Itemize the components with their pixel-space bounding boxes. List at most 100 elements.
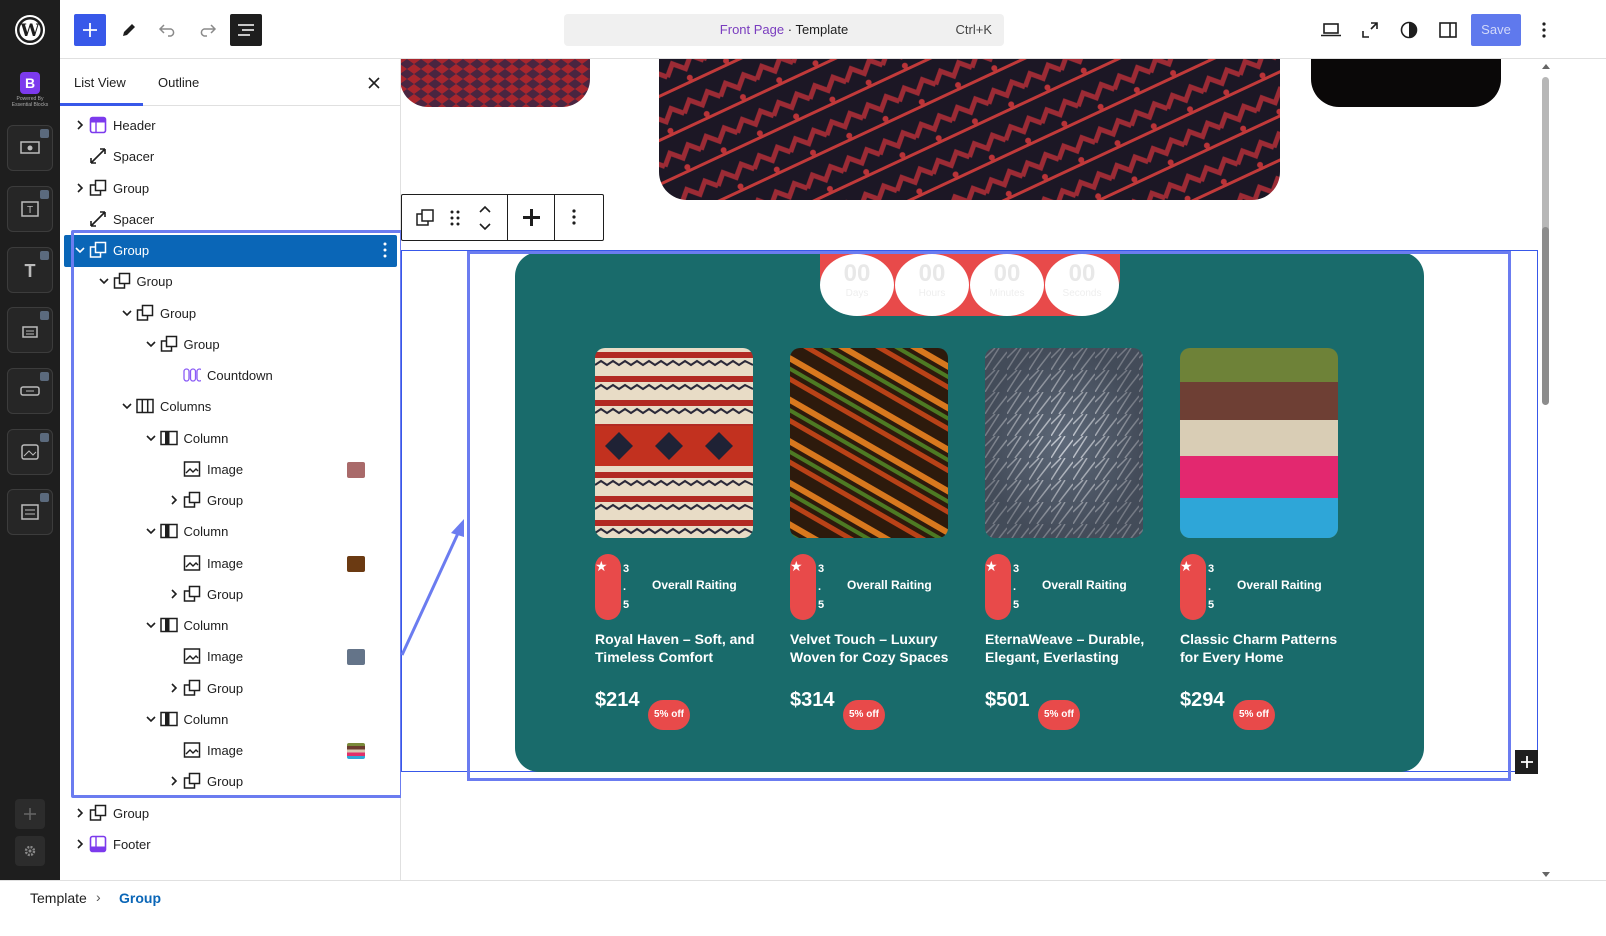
list-view-row-group[interactable]: Group [60, 173, 401, 204]
list-view-row-group[interactable]: Group [60, 798, 401, 829]
breadcrumb-template[interactable]: Template [30, 890, 87, 906]
rating-digit: . [818, 581, 822, 593]
tools-pencil-button[interactable] [113, 14, 145, 46]
chevron-down-icon[interactable] [98, 275, 110, 287]
rail-block-text-frame-icon[interactable]: T [7, 186, 53, 232]
countdown-block[interactable]: 00 Days 00 Hours 00 Minutes 00 Seconds [820, 252, 1120, 316]
rail-settings-icon[interactable] [15, 836, 45, 866]
list-view-row-group[interactable]: Group [60, 485, 401, 516]
list-view-row-column[interactable]: Column [60, 610, 401, 641]
list-view-row-group[interactable]: Group [60, 673, 401, 704]
close-panel-button[interactable] [364, 73, 384, 93]
chevron-right-icon[interactable] [74, 807, 86, 819]
save-button[interactable]: Save [1471, 14, 1521, 46]
list-view-row-group[interactable]: Group [60, 329, 401, 360]
options-menu-button[interactable] [1528, 14, 1560, 46]
wordpress-logo-icon[interactable]: W [0, 0, 60, 60]
rail-block-slider-icon[interactable] [7, 125, 53, 171]
chevron-right-icon[interactable] [74, 838, 86, 850]
group-block-icon [183, 679, 201, 697]
list-view-row-header[interactable]: Header [60, 110, 401, 141]
redo-button[interactable] [191, 14, 223, 46]
inline-add-block-button[interactable] [1515, 750, 1539, 774]
settings-sidebar-button[interactable] [1432, 14, 1464, 46]
list-view-row-spacer[interactable]: Spacer [60, 141, 401, 172]
carpet-image-right[interactable] [1311, 59, 1501, 107]
list-view-row-columns[interactable]: Columns [60, 391, 401, 422]
row-options-icon[interactable] [383, 242, 387, 261]
scrollbar-thumb[interactable] [1542, 227, 1549, 405]
document-overview-button[interactable] [230, 14, 262, 46]
list-view-row-spacer[interactable]: Spacer [60, 204, 401, 235]
chevron-right-icon[interactable] [168, 775, 180, 787]
chevron-down-icon[interactable] [74, 244, 86, 256]
tab-outline[interactable]: Outline [158, 75, 199, 90]
list-view-row-image[interactable]: Image [60, 548, 401, 579]
list-view-row-group[interactable]: Group [60, 766, 401, 797]
list-view-row-column[interactable]: Column [60, 704, 401, 735]
essential-blocks-logo[interactable]: B Powered By Essential Blocks [8, 70, 52, 116]
rail-block-image-icon[interactable] [7, 429, 53, 475]
rail-add-icon[interactable] [15, 799, 45, 829]
device-preview-button[interactable] [1315, 14, 1347, 46]
drag-handle-icon[interactable] [450, 209, 460, 232]
canvas-scrollbar[interactable] [1538, 59, 1556, 880]
chevron-down-icon[interactable] [145, 525, 157, 537]
close-icon [368, 77, 380, 89]
list-view-row-image[interactable]: Image [60, 454, 401, 485]
chevron-down-icon[interactable] [145, 432, 157, 444]
rail-block-heading-icon[interactable]: T [7, 247, 53, 293]
list-view-row-group[interactable]: Group [60, 579, 401, 610]
product-sale-card[interactable]: 00 Days 00 Hours 00 Minutes 00 Seconds ★ 3. 5 O… [515, 252, 1424, 772]
product-column[interactable]: ★ 3. 5 Overall Raiting Classic Charm Pattern… [1180, 348, 1350, 730]
insert-block-control[interactable] [508, 195, 555, 240]
view-page-button[interactable] [1354, 14, 1386, 46]
product-image[interactable] [790, 348, 948, 538]
undo-button[interactable] [152, 14, 184, 46]
rail-block-button-icon[interactable] [7, 368, 53, 414]
scroll-up-icon[interactable] [1541, 62, 1551, 70]
breadcrumb-current-group[interactable]: Group [119, 890, 161, 906]
block-inserter-button[interactable] [74, 14, 106, 46]
list-view-row-column[interactable]: Column [60, 423, 401, 454]
product-image[interactable] [1180, 348, 1338, 538]
scroll-down-icon[interactable] [1541, 871, 1551, 879]
chevron-down-icon[interactable] [121, 400, 133, 412]
list-view-row-image[interactable]: Image [60, 735, 401, 766]
list-view-row-group[interactable]: Group [64, 235, 397, 267]
carpet-image-left[interactable] [401, 59, 590, 107]
list-view-row-group[interactable]: Group [60, 298, 401, 329]
carpet-image-center[interactable] [659, 59, 1280, 200]
styles-button[interactable] [1393, 14, 1425, 46]
column-block-icon [159, 616, 178, 634]
product-image[interactable] [985, 348, 1143, 538]
chevron-down-icon[interactable] [145, 338, 157, 350]
rating-digit: . [1208, 581, 1212, 593]
move-up-down-icon[interactable] [478, 204, 492, 237]
list-view-row-countdown[interactable]: Countdown [60, 360, 401, 391]
chevron-right-icon[interactable] [74, 182, 86, 194]
list-view-row-column[interactable]: Column [60, 516, 401, 547]
chevron-right-icon[interactable] [168, 494, 180, 506]
block-options-icon[interactable] [572, 209, 576, 230]
chevron-down-icon[interactable] [145, 713, 157, 725]
chevron-down-icon[interactable] [121, 307, 133, 319]
chevron-right-icon[interactable] [168, 588, 180, 600]
column-block-icon [159, 522, 178, 540]
chevron-right-icon[interactable] [74, 119, 86, 131]
rail-block-form-icon[interactable] [7, 307, 53, 353]
group-block-icon[interactable] [416, 209, 434, 232]
tab-list-view[interactable]: List View [74, 75, 126, 90]
product-column[interactable]: ★ 3. 5 Overall Raiting Royal Haven – Soft, a… [595, 348, 765, 730]
command-palette-bar[interactable]: Front Page · Template Ctrl+K [564, 14, 1004, 46]
list-view-row-footer[interactable]: Footer [60, 829, 401, 860]
chevron-down-icon[interactable] [145, 619, 157, 631]
product-image[interactable] [595, 348, 753, 538]
list-view-row-image[interactable]: Image [60, 641, 401, 672]
list-view-row-group[interactable]: Group [60, 266, 401, 297]
chevron-right-icon[interactable] [168, 682, 180, 694]
list-view-row-label: Group [113, 805, 150, 821]
product-column[interactable]: ★ 3. 5 Overall Raiting Velvet Touch – Luxury… [790, 348, 960, 730]
rail-block-list-icon[interactable] [7, 489, 53, 535]
product-column[interactable]: ★ 3. 5 Overall Raiting EternaWeave – Durable… [985, 348, 1155, 730]
